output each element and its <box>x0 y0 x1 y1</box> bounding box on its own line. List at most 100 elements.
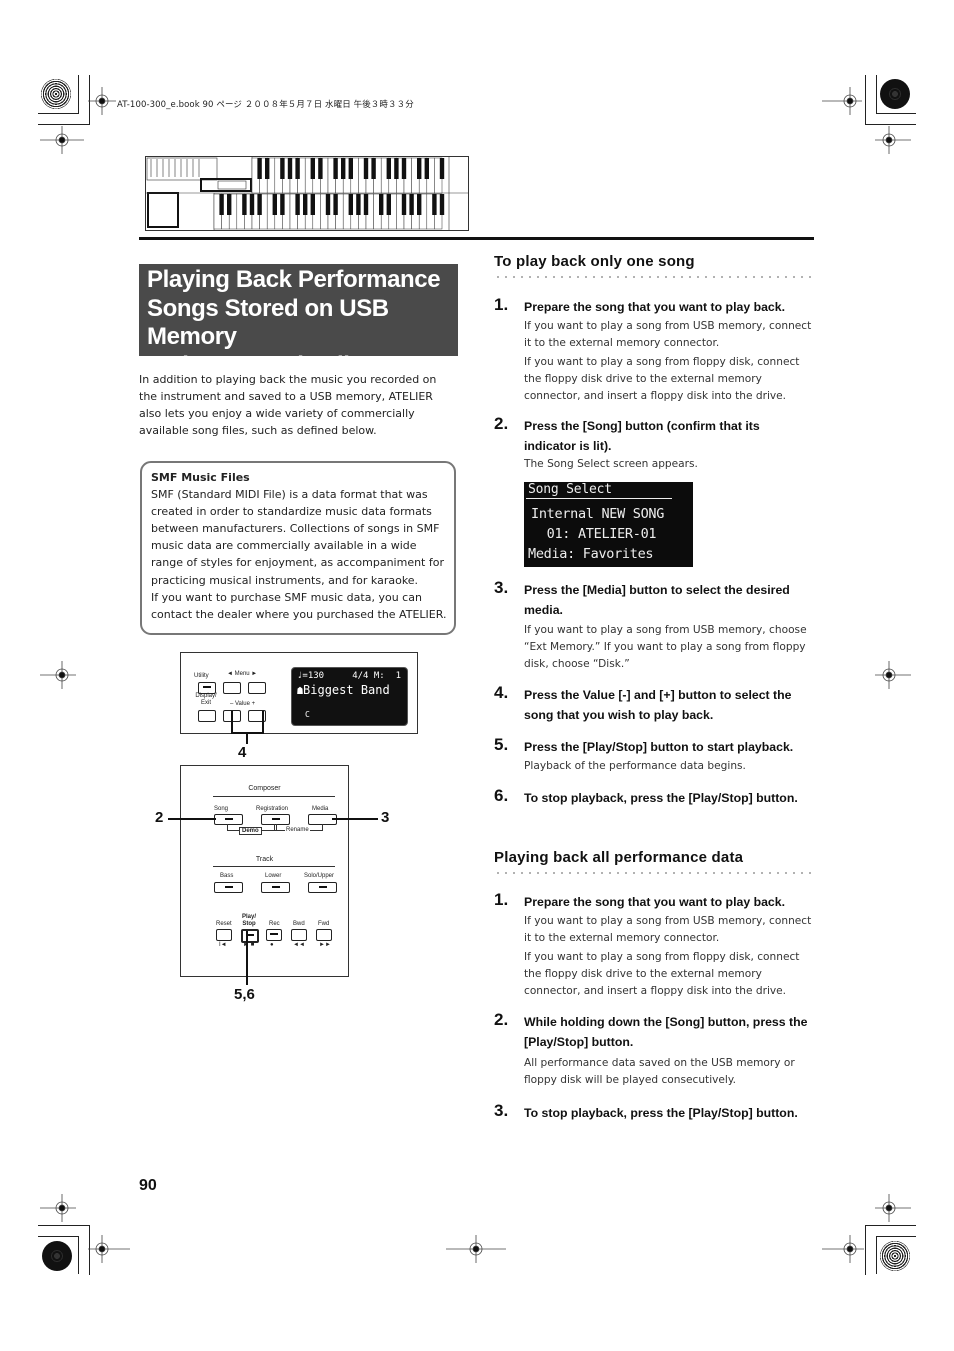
black-key <box>249 194 255 215</box>
step-heading: To stop playback, press the [Play/Stop] … <box>524 791 798 805</box>
crop-mark <box>876 113 916 114</box>
panel-lcd: ♩=130 4/4 M: 1 ☗Biggest Band C <box>291 667 408 726</box>
black-key <box>409 194 414 215</box>
fwd-button[interactable] <box>316 929 332 941</box>
menu-left-button[interactable] <box>223 682 241 694</box>
black-key <box>363 194 369 215</box>
note-title: SMF Music Files <box>151 471 250 484</box>
step-item: 3. To stop playback, press the [Play/Sto… <box>494 1101 814 1124</box>
composer-panel-illustration: Composer Song Registration Media Demo Re… <box>180 765 349 977</box>
step-heading: Prepare the song that you want to play b… <box>524 300 786 314</box>
rec-button[interactable] <box>266 929 282 941</box>
smf-note-box: SMF Music Files SMF (Standard MIDI File)… <box>140 461 456 635</box>
crosshair-icon <box>875 126 911 154</box>
display-exit-button[interactable] <box>198 710 216 722</box>
page-number: 90 <box>139 1177 157 1194</box>
black-key <box>417 158 422 179</box>
rename-label: Rename <box>285 827 310 833</box>
keyboard-icon <box>146 157 468 230</box>
reset-button[interactable] <box>216 929 232 941</box>
crop-mark <box>865 1225 866 1275</box>
registration-target-bottom-left <box>42 1241 72 1271</box>
crosshair-icon <box>822 1235 864 1263</box>
screen-line: Media: Favorites <box>528 546 654 562</box>
crop-mark <box>38 124 89 125</box>
step-item: 6. To stop playback, press the [Play/Sto… <box>494 786 814 809</box>
display-panel-illustration: Utility ◄ Menu ► Display/ Exit – Value +… <box>180 652 418 734</box>
rewind-icon: ◄◄ <box>293 942 305 948</box>
black-key <box>257 194 262 215</box>
crosshair-icon <box>875 1194 911 1222</box>
step-heading: Press the [Song] button (confirm that it… <box>524 419 760 453</box>
step-number: 2. <box>494 414 509 433</box>
black-key <box>371 158 376 179</box>
step-heading: To stop playback, press the [Play/Stop] … <box>524 1106 798 1120</box>
bass-button[interactable] <box>214 882 243 893</box>
organ-keyboard-illustration <box>145 156 469 231</box>
black-key <box>303 194 308 215</box>
black-key <box>242 194 247 215</box>
step-item: 1. Prepare the song that you want to pla… <box>494 295 814 407</box>
media-label: Media <box>312 806 329 812</box>
rec-label: Rec <box>269 921 280 927</box>
fwd-label: Fwd <box>318 921 330 927</box>
song-select-screen: Song Select Internal NEW SONG 01: ATELIE… <box>524 482 693 567</box>
registration-target-top-right <box>880 79 910 109</box>
title-line: Playing Back Performance <box>147 266 441 293</box>
black-key <box>227 194 232 215</box>
black-key <box>417 194 422 215</box>
black-key <box>341 158 346 179</box>
crop-mark <box>876 75 877 114</box>
lcd-tempo: ♩=130 <box>297 671 325 681</box>
crop-mark <box>38 1236 78 1237</box>
lcd-chord: C <box>305 710 310 719</box>
step-heading: While holding down the [Song] button, pr… <box>524 1015 808 1049</box>
lcd-style: ☗Biggest Band <box>297 683 390 697</box>
value-label: – Value + <box>230 701 256 707</box>
bwd-button[interactable] <box>291 929 307 941</box>
lower-button[interactable] <box>261 882 290 893</box>
step-number: 6. <box>494 786 509 805</box>
step-number: 1. <box>494 890 509 909</box>
composer-label: Composer <box>248 785 281 792</box>
step-item: 2. While holding down the [Song] button,… <box>494 1010 814 1091</box>
black-key <box>295 194 300 215</box>
black-key <box>295 158 300 179</box>
step-item: 2. Press the [Song] button (confirm that… <box>494 414 814 475</box>
dotted-divider <box>494 872 814 874</box>
crosshair-icon <box>40 661 76 689</box>
black-key <box>318 158 323 179</box>
black-key <box>356 194 361 215</box>
step-number: 3. <box>494 1101 509 1120</box>
bwd-label: Bwd <box>293 921 305 927</box>
crosshair-icon <box>88 1235 130 1263</box>
solo-upper-button[interactable] <box>308 882 337 893</box>
play-stop-button[interactable] <box>241 929 259 943</box>
black-key <box>272 194 277 215</box>
menu-right-button[interactable] <box>248 682 266 694</box>
crop-mark <box>876 1236 916 1237</box>
crosshair-marks <box>40 87 911 1263</box>
step-item: 4. Press the Value [-] and [+] button to… <box>494 683 814 725</box>
step-text: The Song Select screen appears. <box>524 458 698 470</box>
callout-2: 2 <box>155 809 164 826</box>
black-key <box>280 158 285 179</box>
step-text: If you want to play a song from USB memo… <box>524 914 812 944</box>
black-key <box>257 158 262 179</box>
callout-5-6: 5,6 <box>234 986 255 1003</box>
note-paragraph: SMF (Standard MIDI File) is a data forma… <box>151 488 444 587</box>
black-key <box>439 158 445 179</box>
black-key <box>310 194 315 215</box>
callout-line <box>332 818 378 820</box>
black-key <box>219 194 224 215</box>
demo-label: Demo <box>239 827 262 835</box>
black-key <box>280 194 285 215</box>
crop-mark <box>89 1225 90 1275</box>
section-title-all-data: Playing back all performance data <box>494 849 744 866</box>
solo-upper-label: Solo/Upper <box>304 873 335 879</box>
step-number: 5. <box>494 735 509 754</box>
step-item: 5. Press the [Play/Stop] button to start… <box>494 735 814 777</box>
crop-mark <box>876 1236 877 1274</box>
crosshair-icon <box>40 1194 76 1222</box>
black-key <box>333 194 338 215</box>
